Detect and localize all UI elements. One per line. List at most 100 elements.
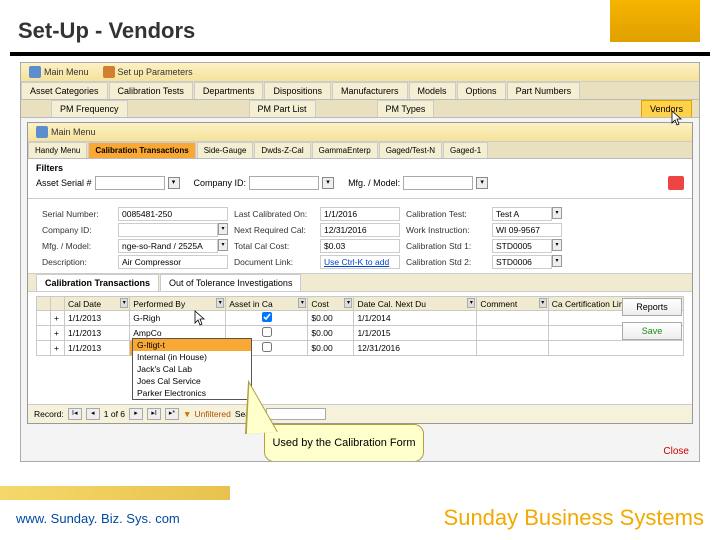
workinst-field[interactable]: WI 09-9567 — [492, 223, 562, 237]
std2-field[interactable]: STD0006 — [492, 255, 552, 269]
dropdown-icon[interactable]: ▾ — [218, 239, 228, 251]
tab-calibration-tests[interactable]: Calibration Tests — [109, 82, 193, 99]
gear-icon — [103, 66, 115, 78]
tab-departments[interactable]: Departments — [194, 82, 264, 99]
setup-params-button[interactable]: Set up Parameters — [99, 65, 197, 79]
dropdown-icon[interactable]: ▾ — [218, 223, 228, 235]
serial-label: Serial Number: — [42, 209, 112, 219]
filters-panel: Filters Asset Serial #▾ Company ID:▾ Mfg… — [28, 159, 692, 194]
dropdown-icon[interactable]: ▾ — [552, 239, 562, 251]
company-field[interactable] — [118, 223, 218, 237]
main-menu-label: Main Menu — [44, 67, 89, 77]
mfg-field[interactable]: nge-so-Rand / 2525A — [118, 239, 218, 253]
col-cal-date[interactable]: Cal Date▾ — [65, 297, 130, 311]
table-row[interactable]: + 1/1/2013 G-Righ $0.00 1/1/2014 — [37, 311, 684, 326]
nav-last-button[interactable]: ▸I — [147, 408, 161, 420]
checkbox[interactable] — [262, 342, 272, 352]
sub-tab-strip: Handy Menu Calibration Transactions Side… — [28, 142, 692, 159]
serial-field[interactable]: 0085481-250 — [118, 207, 228, 221]
sub-tab-0[interactable]: Handy Menu — [28, 142, 87, 158]
close-button[interactable]: Close — [663, 446, 689, 457]
save-button[interactable]: Save — [622, 322, 682, 340]
tab-pm-types[interactable]: PM Types — [377, 100, 435, 117]
callout-annotation: Used by the Calibration Form — [264, 424, 424, 462]
clear-filters-icon[interactable] — [668, 176, 684, 190]
funnel-icon: ▼ — [183, 409, 191, 419]
nav-prev-button[interactable]: ◂ — [86, 408, 100, 420]
tab-asset-categories[interactable]: Asset Categories — [21, 82, 108, 99]
std1-field[interactable]: STD0005 — [492, 239, 552, 253]
nextreq-field[interactable]: 12/31/2016 — [320, 223, 400, 237]
sub-window: Main Menu Handy Menu Calibration Transac… — [27, 122, 693, 424]
filter-status[interactable]: ▼Unfiltered — [183, 409, 231, 419]
tab-out-of-tolerance[interactable]: Out of Tolerance Investigations — [160, 274, 301, 291]
col-comment[interactable]: Comment▾ — [477, 297, 548, 311]
app-window: Main Menu Set up Parameters Asset Catego… — [20, 62, 700, 462]
dropdown-icon[interactable]: ▾ — [476, 177, 488, 189]
tab-pm-part-list[interactable]: PM Part List — [249, 100, 316, 117]
filter-model-input[interactable] — [403, 176, 473, 190]
record-position: 1 of 6 — [104, 409, 125, 419]
sub-tab-6[interactable]: Gaged-1 — [443, 142, 488, 158]
dropdown-option[interactable]: Joes Cal Service — [133, 375, 251, 387]
tab-pm-frequency[interactable]: PM Frequency — [51, 100, 128, 117]
dropdown-option[interactable]: Parker Electronics — [133, 387, 251, 399]
sub-main-menu-button[interactable]: Main Menu — [32, 125, 100, 139]
dropdown-icon[interactable]: ▾ — [552, 255, 562, 267]
sub-tab-5[interactable]: Gaged/Test-N — [379, 142, 442, 158]
sub-tab-calibration-transactions[interactable]: Calibration Transactions — [88, 142, 195, 158]
sub-main-menu-label: Main Menu — [51, 127, 96, 137]
nav-first-button[interactable]: I◂ — [68, 408, 82, 420]
col-next-due[interactable]: Date Cal. Next Du▾ — [354, 297, 477, 311]
dropdown-icon[interactable]: ▾ — [168, 177, 180, 189]
tab-manufacturers[interactable]: Manufacturers — [332, 82, 408, 99]
dropdown-icon[interactable]: ▾ — [322, 177, 334, 189]
tab-models[interactable]: Models — [409, 82, 456, 99]
filter-model-label: Mfg. / Model: — [348, 178, 400, 188]
dropdown-option[interactable]: G-ltigt-t — [133, 339, 251, 351]
dropdown-option[interactable]: Jack's Cal Lab — [133, 363, 251, 375]
filter-serial-input[interactable] — [95, 176, 165, 190]
sub-tab-2[interactable]: Side-Gauge — [197, 142, 254, 158]
tab-dispositions[interactable]: Dispositions — [264, 82, 331, 99]
checkbox[interactable] — [262, 312, 272, 322]
tab-strip-categories: Asset Categories Calibration Tests Depar… — [21, 82, 699, 100]
footer-url: www. Sunday. Biz. Sys. com — [16, 511, 180, 526]
tab-part-numbers[interactable]: Part Numbers — [507, 82, 581, 99]
tab-strip-pm: PM Frequency PM Part List PM Types Vendo… — [21, 100, 699, 118]
nextreq-label: Next Required Cal: — [234, 225, 314, 235]
col-performed-by[interactable]: Performed By▾ — [130, 297, 226, 311]
filter-company-label: Company ID: — [194, 178, 247, 188]
grid-area: Cal Date▾ Performed By▾ Asset in Ca▾ Cos… — [28, 292, 692, 360]
dropdown-icon[interactable]: ▾ — [552, 207, 562, 219]
filter-company-input[interactable] — [249, 176, 319, 190]
caltest-label: Calibration Test: — [406, 209, 486, 219]
tab-options[interactable]: Options — [457, 82, 506, 99]
std2-label: Calibration Std 2: — [406, 257, 486, 267]
sub-tab-3[interactable]: Dwds-Z-Cal — [254, 142, 310, 158]
main-menu-button[interactable]: Main Menu — [25, 65, 93, 79]
checkbox[interactable] — [262, 327, 272, 337]
sub-tab-4[interactable]: GammaEnterp — [312, 142, 378, 158]
performed-by-dropdown[interactable]: G-ltigt-t Internal (in House) Jack's Cal… — [132, 338, 252, 400]
col-cost[interactable]: Cost▾ — [308, 297, 354, 311]
ribbon-top: Main Menu Set up Parameters — [21, 63, 699, 82]
caltest-field[interactable]: Test A — [492, 207, 552, 221]
col-asset-in-cal[interactable]: Asset in Ca▾ — [226, 297, 308, 311]
nav-new-button[interactable]: ▸* — [165, 408, 179, 420]
tab-calib-transactions[interactable]: Calibration Transactions — [36, 274, 159, 291]
lastcal-field[interactable]: 1/1/2016 — [320, 207, 400, 221]
reports-button[interactable]: Reports — [622, 298, 682, 316]
doclink-field[interactable]: Use Ctrl-K to add — [320, 255, 400, 269]
nav-next-button[interactable]: ▸ — [129, 408, 143, 420]
desc-label: Description: — [42, 257, 112, 267]
totalcost-label: Total Cal Cost: — [234, 241, 314, 251]
dropdown-option[interactable]: Internal (in House) — [133, 351, 251, 363]
record-label: Record: — [34, 409, 64, 419]
sub-ribbon: Main Menu — [28, 123, 692, 142]
home-icon — [29, 66, 41, 78]
desc-field[interactable]: Air Compressor — [118, 255, 228, 269]
asset-form: Serial Number: 0085481-250 Last Calibrat… — [28, 203, 692, 273]
filter-serial-label: Asset Serial # — [36, 178, 92, 188]
workinst-label: Work Instruction: — [406, 225, 486, 235]
